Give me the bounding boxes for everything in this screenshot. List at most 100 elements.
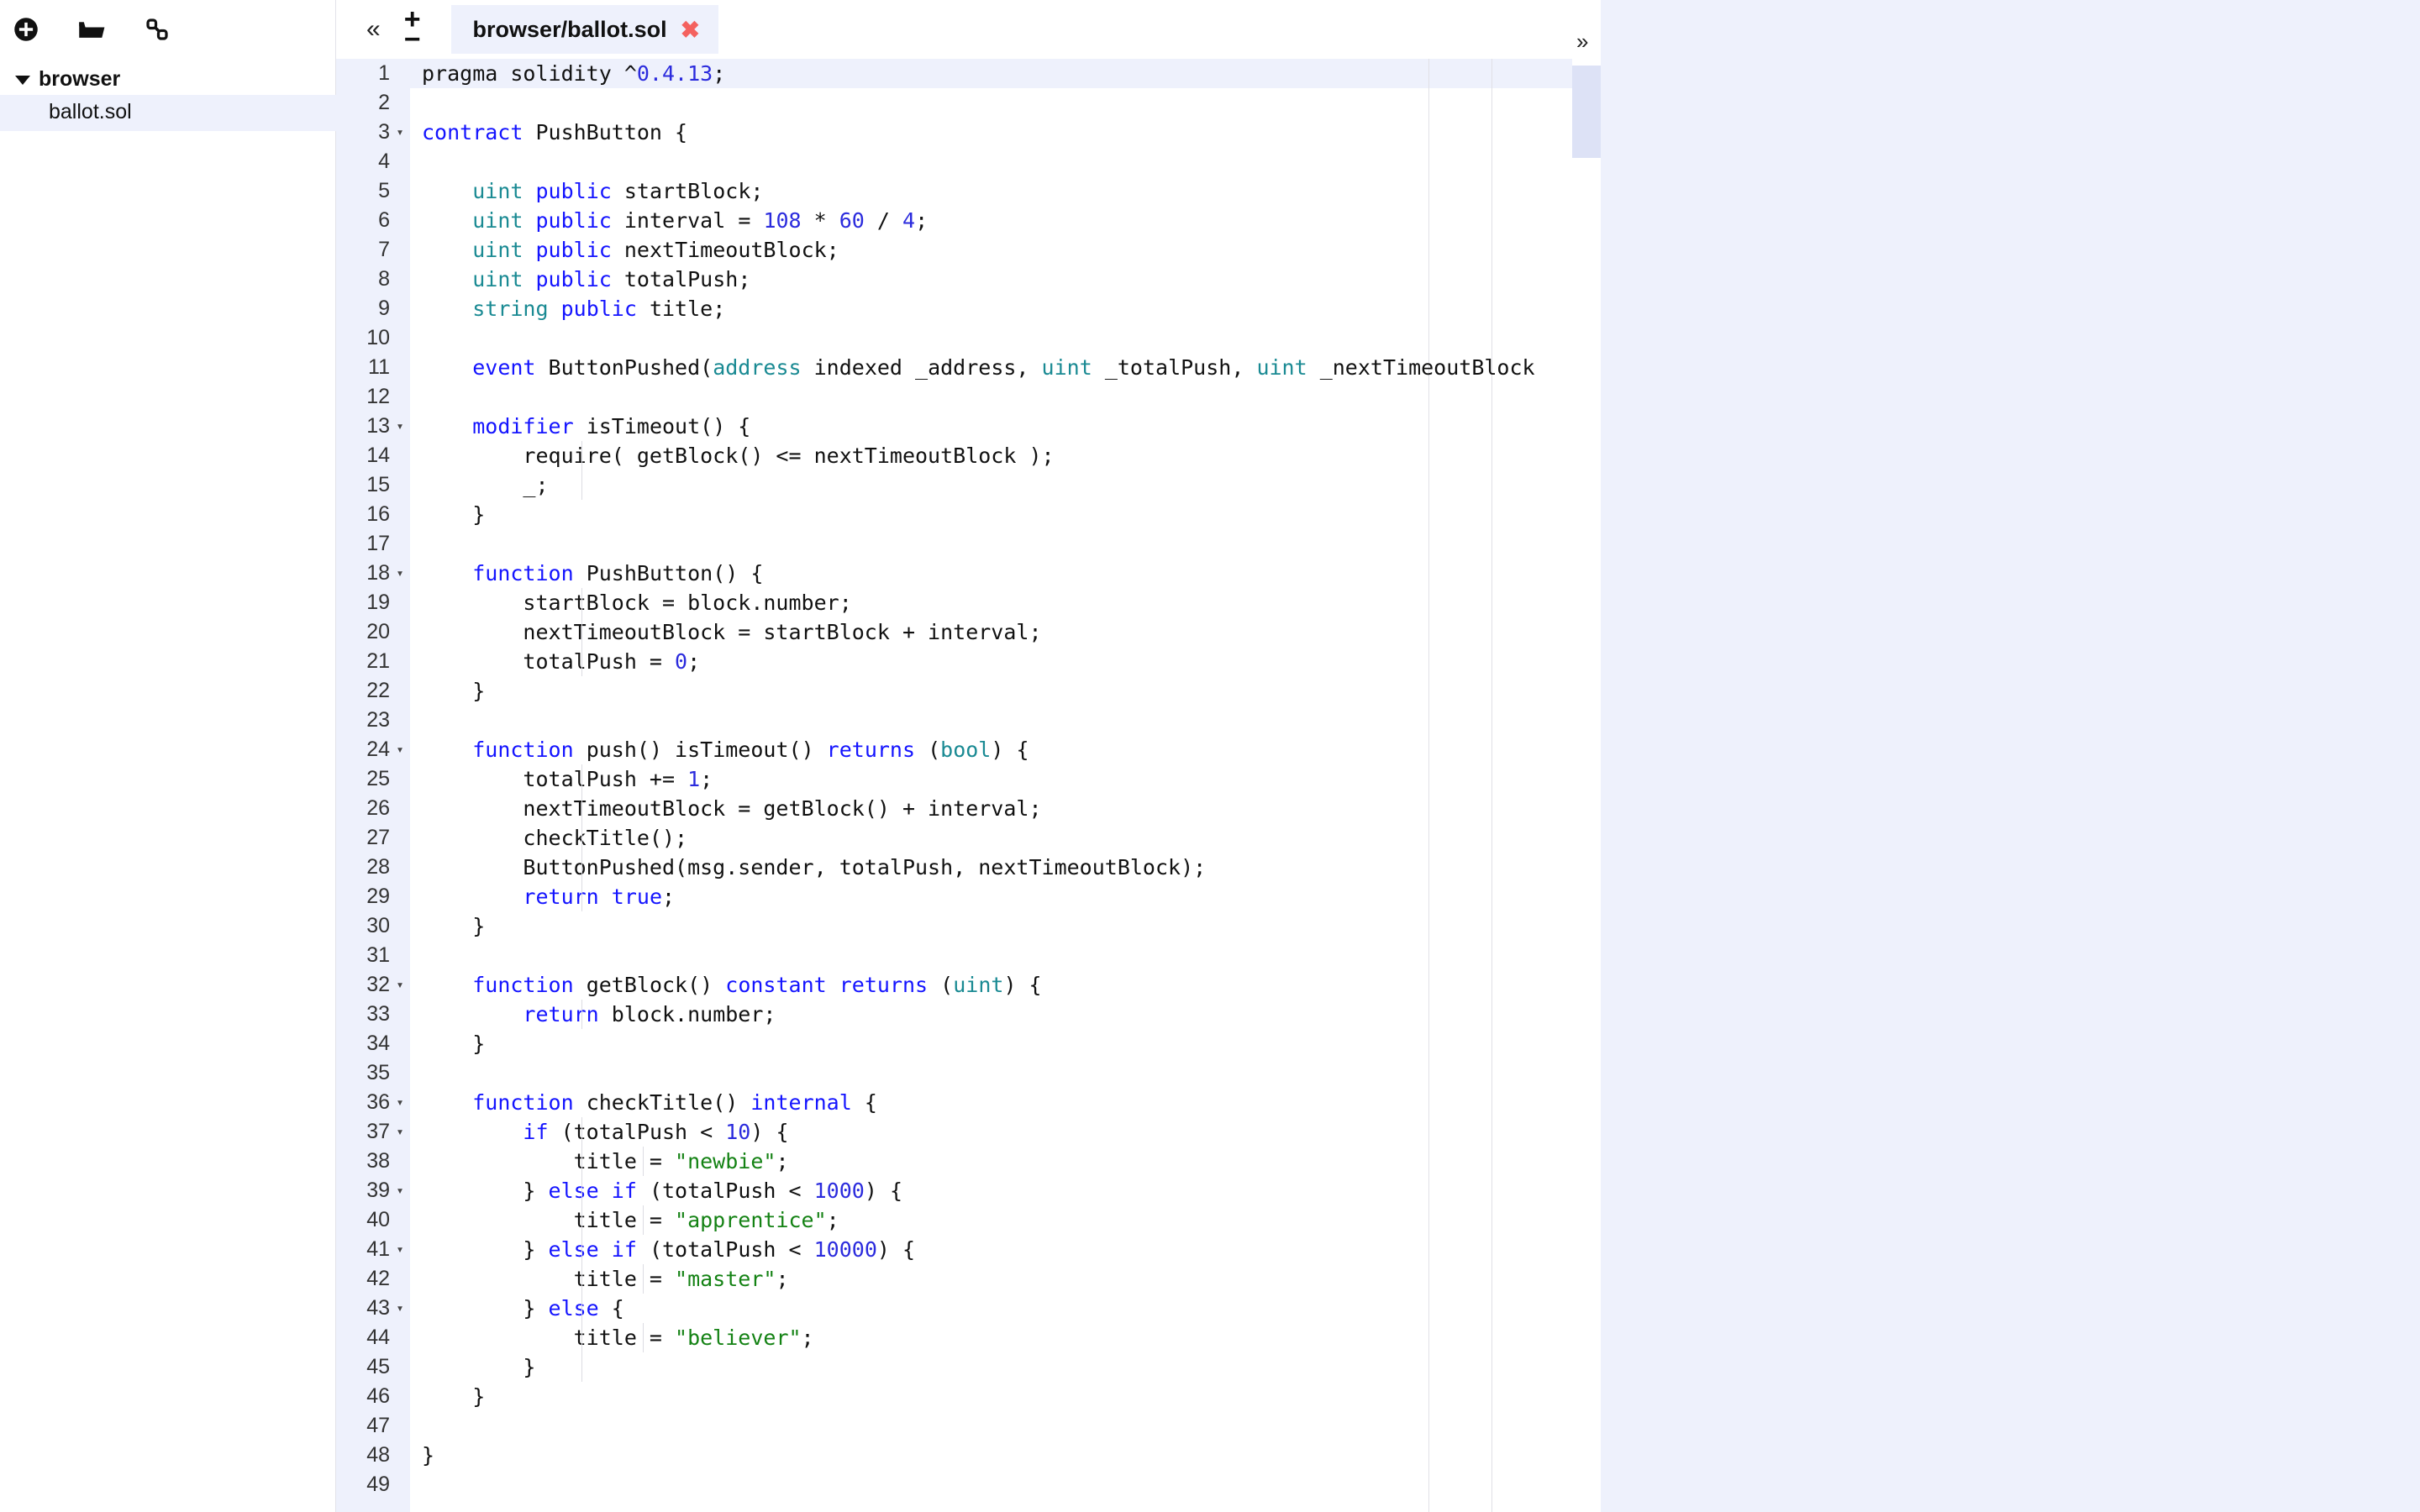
code-text: contract PushButton { [422, 120, 688, 144]
zoom-out-button[interactable]: − [404, 25, 421, 55]
code-line[interactable]: 41 ▾ } else if (totalPush < 10000) { [336, 1235, 1601, 1264]
code-line[interactable]: 20 nextTimeoutBlock = startBlock + inter… [336, 617, 1601, 647]
right-panel-scroll-track[interactable] [1572, 0, 1601, 1512]
new-file-icon[interactable] [12, 15, 40, 44]
code-line[interactable]: 2 [336, 88, 1601, 118]
code-line[interactable]: 49 [336, 1470, 1601, 1499]
code-line[interactable]: 22 } [336, 676, 1601, 706]
code-line[interactable]: 32 ▾ function getBlock() constant returns… [336, 970, 1601, 1000]
code-lines: 1 pragma solidity ^0.4.13; 2 3 ▾ contract Pus… [336, 59, 1601, 1499]
code-text: startBlock = block.number; [422, 591, 852, 615]
code-line[interactable]: 27 checkTitle(); [336, 823, 1601, 853]
code-line[interactable]: 45 } [336, 1352, 1601, 1382]
chevron-down-icon[interactable] [15, 76, 30, 85]
code-line[interactable]: 16 } [336, 500, 1601, 529]
code-line[interactable]: 42 title = "master"; [336, 1264, 1601, 1294]
line-number: 32 [366, 973, 390, 996]
code-line[interactable]: 38 title = "newbie"; [336, 1147, 1601, 1176]
code-line[interactable]: 33 return block.number; [336, 1000, 1601, 1029]
code-line[interactable]: 15 _; [336, 470, 1601, 500]
editor-panel: « + − browser/ballot.sol ✖ 1 pragma solid… [336, 0, 1601, 1512]
code-line[interactable]: 10 [336, 323, 1601, 353]
line-number: 28 [366, 855, 390, 879]
code-line[interactable]: 18 ▾ function PushButton() { [336, 559, 1601, 588]
link-icon[interactable] [143, 15, 171, 44]
right-panel-scroll-thumb[interactable] [1572, 66, 1601, 158]
indent-guide [581, 882, 582, 911]
folder-label: browser [39, 67, 121, 91]
code-text: require( getBlock() <= nextTimeoutBlock … [422, 444, 1055, 468]
file-item-ballot-sol[interactable]: ballot.sol [0, 95, 336, 131]
fold-toggle-icon[interactable]: ▾ [390, 126, 410, 139]
code-line[interactable]: 13 ▾ modifier isTimeout() { [336, 412, 1601, 441]
code-line[interactable]: 4 [336, 147, 1601, 176]
code-line[interactable]: 34 } [336, 1029, 1601, 1058]
fold-toggle-icon[interactable]: ▾ [390, 420, 410, 433]
code-line[interactable]: 36 ▾ function checkTitle() internal { [336, 1088, 1601, 1117]
line-number: 26 [366, 796, 390, 820]
code-line[interactable]: 6 uint public interval = 108 * 60 / 4; [336, 206, 1601, 235]
fold-toggle-icon[interactable]: ▾ [390, 1096, 410, 1109]
open-folder-icon[interactable] [77, 15, 106, 44]
code-line[interactable]: 5 uint public startBlock; [336, 176, 1601, 206]
code-line[interactable]: 31 [336, 941, 1601, 970]
fold-toggle-icon[interactable]: ▾ [390, 1302, 410, 1315]
editor-zoom-controls: + − [404, 4, 421, 55]
code-line[interactable]: 37 ▾ if (totalPush < 10) { [336, 1117, 1601, 1147]
indent-guide [581, 470, 582, 500]
indent-guide [581, 617, 582, 647]
code-editor[interactable]: 1 pragma solidity ^0.4.13; 2 3 ▾ contract Pus… [336, 59, 1601, 1512]
code-line[interactable]: 43 ▾ } else { [336, 1294, 1601, 1323]
close-icon[interactable]: ✖ [681, 16, 700, 44]
folder-browser[interactable]: browser [0, 64, 336, 95]
code-line[interactable]: 1 pragma solidity ^0.4.13; [336, 59, 1601, 88]
fold-toggle-icon[interactable]: ▾ [390, 1243, 410, 1256]
code-text: modifier isTimeout() { [472, 414, 751, 438]
collapse-right-icon[interactable]: » [1576, 29, 1588, 55]
code-line[interactable]: 3 ▾ contract PushButton { [336, 118, 1601, 147]
code-line[interactable]: 11 event ButtonPushed(address indexed _a… [336, 353, 1601, 382]
code-text: } else if (totalPush < 1000) { [422, 1179, 902, 1203]
line-number: 29 [366, 885, 390, 908]
code-line[interactable]: 14 require( getBlock() <= nextTimeoutBlo… [336, 441, 1601, 470]
line-number: 45 [366, 1355, 390, 1378]
code-line[interactable]: 8 uint public totalPush; [336, 265, 1601, 294]
code-line[interactable]: 12 [336, 382, 1601, 412]
code-text: nextTimeoutBlock = startBlock + interval… [422, 620, 1042, 644]
file-explorer-panel: browser ballot.sol [0, 0, 336, 1512]
code-line[interactable]: 47 [336, 1411, 1601, 1441]
code-line[interactable]: 9 string public title; [336, 294, 1601, 323]
code-line[interactable]: 35 [336, 1058, 1601, 1088]
code-line[interactable]: 21 totalPush = 0; [336, 647, 1601, 676]
code-line[interactable]: 46 } [336, 1382, 1601, 1411]
line-number: 6 [378, 208, 390, 232]
code-line[interactable]: 40 title = "apprentice"; [336, 1205, 1601, 1235]
line-number: 39 [366, 1179, 390, 1202]
fold-toggle-icon[interactable]: ▾ [390, 743, 410, 756]
line-number: 24 [366, 738, 390, 761]
code-text: return block.number; [523, 1002, 776, 1026]
code-line[interactable]: 17 [336, 529, 1601, 559]
line-number: 3 [378, 120, 390, 144]
code-line[interactable]: 39 ▾ } else if (totalPush < 1000) { [336, 1176, 1601, 1205]
code-line[interactable]: 30 } [336, 911, 1601, 941]
code-line[interactable]: 19 startBlock = block.number; [336, 588, 1601, 617]
line-number: 11 [368, 355, 390, 379]
fold-toggle-icon[interactable]: ▾ [390, 567, 410, 580]
code-line[interactable]: 7 uint public nextTimeoutBlock; [336, 235, 1601, 265]
fold-toggle-icon[interactable]: ▾ [390, 1184, 410, 1197]
line-number: 8 [378, 267, 390, 291]
code-line[interactable]: 28 ButtonPushed(msg.sender, totalPush, n… [336, 853, 1601, 882]
code-line[interactable]: 48} [336, 1441, 1601, 1470]
code-line[interactable]: 44 title = "believer"; [336, 1323, 1601, 1352]
code-line[interactable]: 23 [336, 706, 1601, 735]
code-text: } [422, 1355, 536, 1379]
editor-tab-ballot-sol[interactable]: browser/ballot.sol ✖ [450, 5, 719, 54]
fold-toggle-icon[interactable]: ▾ [390, 979, 410, 991]
code-line[interactable]: 25 totalPush += 1; [336, 764, 1601, 794]
code-line[interactable]: 29 return true; [336, 882, 1601, 911]
code-line[interactable]: 24 ▾ function push() isTimeout() returns … [336, 735, 1601, 764]
collapse-left-icon[interactable]: « [366, 17, 381, 42]
fold-toggle-icon[interactable]: ▾ [390, 1126, 410, 1138]
code-line[interactable]: 26 nextTimeoutBlock = getBlock() + inter… [336, 794, 1601, 823]
